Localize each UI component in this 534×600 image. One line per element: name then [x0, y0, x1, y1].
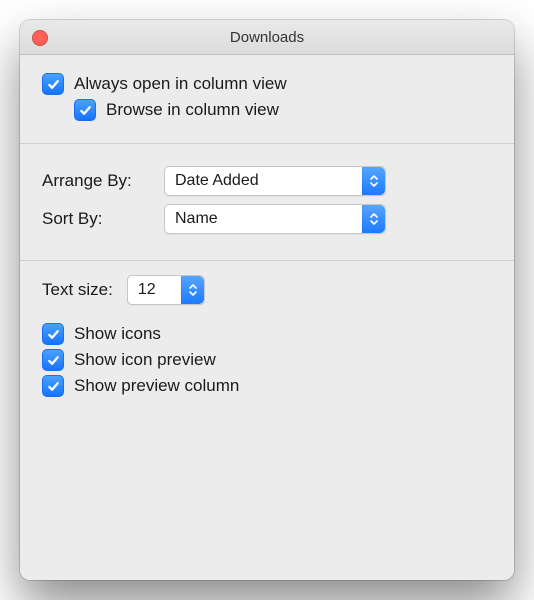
- sort-by-value: Name: [165, 206, 362, 232]
- show-preview-column-label: Show preview column: [74, 376, 239, 396]
- show-icon-preview-checkbox[interactable]: [42, 349, 64, 371]
- arrange-by-stepper-icon: [362, 167, 385, 195]
- view-options-window: Downloads Always open in column view Bro…: [20, 20, 514, 580]
- text-size-label: Text size:: [42, 280, 113, 300]
- text-size-select[interactable]: 12: [127, 275, 205, 305]
- text-size-stepper-icon: [181, 276, 204, 304]
- arrange-by-value: Date Added: [165, 168, 362, 194]
- always-open-row: Always open in column view: [42, 73, 492, 95]
- show-icon-preview-label: Show icon preview: [74, 350, 216, 370]
- text-size-value: 12: [128, 277, 181, 303]
- show-preview-column-row: Show preview column: [42, 375, 492, 397]
- arrange-by-label: Arrange By:: [42, 171, 150, 191]
- show-preview-column-checkbox[interactable]: [42, 375, 64, 397]
- show-icons-label: Show icons: [74, 324, 161, 344]
- section-view-mode: Always open in column view Browse in col…: [20, 55, 514, 143]
- show-icon-preview-row: Show icon preview: [42, 349, 492, 371]
- sort-by-select[interactable]: Name: [164, 204, 386, 234]
- browse-label: Browse in column view: [106, 100, 279, 120]
- browse-checkbox[interactable]: [74, 99, 96, 121]
- show-icons-row: Show icons: [42, 323, 492, 345]
- text-size-row: Text size: 12: [42, 275, 492, 305]
- arrange-by-select[interactable]: Date Added: [164, 166, 386, 196]
- sort-by-label: Sort By:: [42, 209, 150, 229]
- arrange-by-row: Arrange By: Date Added: [42, 166, 492, 196]
- always-open-checkbox[interactable]: [42, 73, 64, 95]
- show-icons-checkbox[interactable]: [42, 323, 64, 345]
- section-display: Text size: 12 Show icons Show icon previ…: [20, 260, 514, 419]
- always-open-label: Always open in column view: [74, 74, 287, 94]
- titlebar: Downloads: [20, 20, 514, 55]
- window-title: Downloads: [230, 29, 304, 46]
- browse-row: Browse in column view: [74, 99, 492, 121]
- close-button[interactable]: [32, 30, 48, 46]
- sort-by-stepper-icon: [362, 205, 385, 233]
- section-sorting: Arrange By: Date Added Sort By: Name: [20, 143, 514, 260]
- sort-by-row: Sort By: Name: [42, 204, 492, 234]
